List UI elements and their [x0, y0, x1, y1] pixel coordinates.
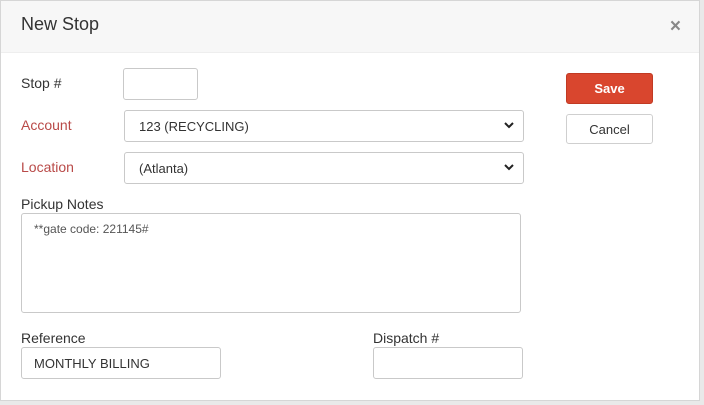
new-stop-modal: New Stop × Stop # Account 123 (RECYCLING…: [0, 0, 700, 401]
chevron-down-icon: [504, 122, 514, 129]
stop-number-field[interactable]: [123, 68, 198, 100]
save-button[interactable]: Save: [566, 73, 653, 104]
location-selected-value: (Atlanta): [139, 160, 189, 176]
background-strip: [0, 401, 704, 405]
dispatch-number-label: Dispatch #: [373, 330, 440, 346]
account-label: Account: [21, 117, 72, 133]
pickup-notes-textarea[interactable]: **gate code: 221145#: [21, 213, 521, 313]
pickup-notes-label: Pickup Notes: [21, 196, 104, 212]
reference-label: Reference: [21, 330, 86, 346]
account-select[interactable]: 123 (RECYCLING): [124, 110, 524, 142]
location-select[interactable]: (Atlanta): [124, 152, 524, 184]
location-label: Location: [21, 159, 74, 175]
close-icon[interactable]: ×: [670, 17, 681, 36]
reference-field[interactable]: MONTHLY BILLING: [21, 347, 221, 379]
modal-title: New Stop: [21, 14, 100, 34]
cancel-button[interactable]: Cancel: [566, 114, 653, 144]
dispatch-number-field[interactable]: [373, 347, 523, 379]
chevron-down-icon: [504, 164, 514, 171]
stop-number-label: Stop #: [21, 75, 62, 91]
account-selected-value: 123 (RECYCLING): [139, 118, 249, 134]
modal-header: New Stop ×: [1, 1, 699, 53]
